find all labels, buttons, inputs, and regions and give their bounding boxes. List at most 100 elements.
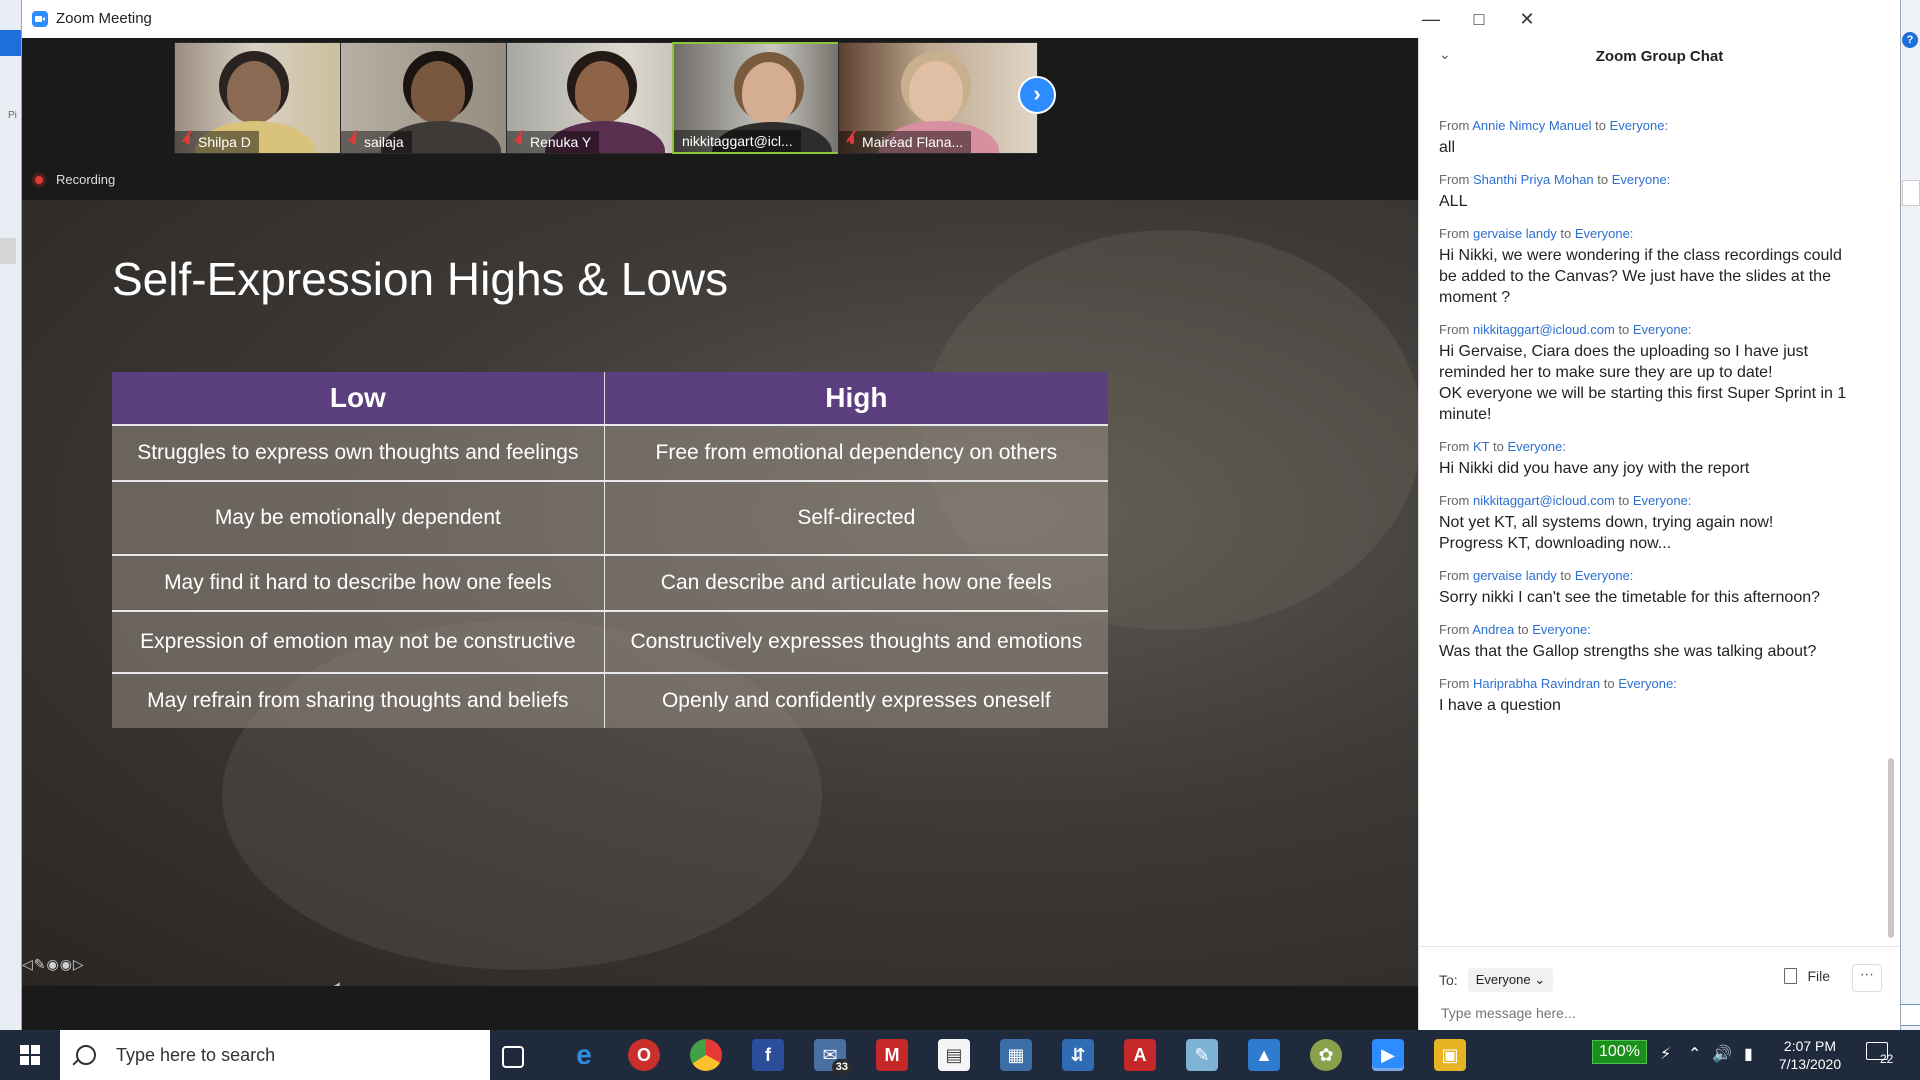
chat-message: From Hariprabha Ravindran to Everyone: I … <box>1439 676 1859 716</box>
from-prefix: From <box>1439 118 1470 133</box>
power-icon[interactable]: ⚡ <box>1660 1044 1671 1064</box>
notepad-icon[interactable]: ▤ <box>938 1039 970 1071</box>
chat-message-meta: From gervaise landy to Everyone: <box>1439 568 1859 583</box>
table-header-low: Low <box>112 372 605 425</box>
show-hidden-icons-icon[interactable]: ⌃ <box>1688 1044 1701 1064</box>
recipient-name[interactable]: Everyone: <box>1633 322 1692 337</box>
store-icon[interactable]: ▦ <box>1000 1039 1032 1071</box>
zoom-app-icon <box>32 11 48 27</box>
start-button[interactable] <box>0 1030 60 1080</box>
chat-message: From gervaise landy to Everyone: Sorry ni… <box>1439 568 1859 608</box>
more-options-icon[interactable]: ⋯ <box>1852 964 1882 992</box>
acrobat-icon[interactable]: A <box>1124 1039 1156 1071</box>
participant-name-bar: Shilpa D <box>175 131 259 153</box>
zoom-taskbar-icon[interactable]: ▶ <box>1372 1039 1404 1071</box>
recipient-name[interactable]: Everyone: <box>1618 676 1677 691</box>
chat-scrollbar[interactable] <box>1888 758 1894 938</box>
mail-icon[interactable]: ✉ 33 <box>814 1039 852 1075</box>
taskbar-search-box[interactable]: Type here to search <box>60 1030 490 1080</box>
to-word: to <box>1595 118 1606 133</box>
sender-name[interactable]: Shanthi Priya Mohan <box>1473 172 1594 187</box>
title-bar: Zoom Meeting — □ ✕ <box>22 0 1900 38</box>
table-cell: Can describe and articulate how one feel… <box>604 554 1108 611</box>
file-button[interactable]: File <box>1784 968 1830 984</box>
shared-slide: Self-Expression Highs & Lows Low High St… <box>22 200 1418 986</box>
mcafee-icon[interactable]: M <box>876 1039 908 1071</box>
system-clock[interactable]: 2:07 PM 7/13/2020 <box>1774 1037 1846 1073</box>
sender-name[interactable]: Annie Nimcy Manuel <box>1472 118 1591 133</box>
recipient-name[interactable]: Everyone: <box>1633 493 1692 508</box>
participant-name: nikkitaggart@icl... <box>682 133 793 149</box>
mic-muted-icon <box>847 135 857 149</box>
table-row: May refrain from sharing thoughts and be… <box>112 672 1108 728</box>
chat-message-input[interactable] <box>1439 1004 1863 1022</box>
desktop-right-edge: ? <box>1899 0 1920 1030</box>
desktop-window-fragment-2 <box>1900 1004 1920 1026</box>
desktop-window-fragment <box>1902 180 1920 206</box>
close-button[interactable]: ✕ <box>1498 0 1556 38</box>
recipient-name[interactable]: Everyone: <box>1612 172 1671 187</box>
battery-percentage[interactable]: 100% <box>1592 1040 1647 1064</box>
table-cell: May refrain from sharing thoughts and be… <box>112 672 605 728</box>
desktop-left-edge: Pi <box>0 0 23 1030</box>
to-word: to <box>1618 322 1630 337</box>
chat-message-text: all <box>1439 139 1456 156</box>
recipient-name[interactable]: Everyone: <box>1507 439 1566 454</box>
photos-icon[interactable]: ▲ <box>1248 1039 1280 1071</box>
participant-name: Renuka Y <box>530 134 592 150</box>
chat-message-text: Progress KT, downloading now... <box>1439 535 1672 552</box>
recipient-name[interactable]: Everyone: <box>1610 118 1669 133</box>
sender-name[interactable]: nikkitaggart@icloud.com <box>1473 322 1615 337</box>
chat-message: From Shanthi Priya Mohan to Everyone: ALL <box>1439 172 1859 212</box>
sender-name[interactable]: gervaise landy <box>1473 226 1557 241</box>
sender-name[interactable]: nikkitaggart@icloud.com <box>1473 493 1615 508</box>
sender-name[interactable]: Hariprabha Ravindran <box>1473 676 1600 691</box>
chat-message-meta: From Andrea to Everyone: <box>1439 622 1859 637</box>
recording-indicator[interactable]: Recording <box>32 172 115 187</box>
highs-lows-table: Low High Struggles to express own though… <box>112 372 1108 728</box>
from-prefix: From <box>1439 622 1470 637</box>
to-word: to <box>1560 568 1572 583</box>
recipient-select[interactable]: Everyone ⌄ <box>1467 968 1554 992</box>
sender-name[interactable]: Andrea <box>1472 622 1514 637</box>
file-label: File <box>1807 968 1830 984</box>
participant-tile[interactable]: Mairéad Flana... <box>838 42 1038 154</box>
recipient-name[interactable]: Everyone: <box>1575 226 1634 241</box>
edge-browser-icon[interactable]: e <box>568 1039 600 1071</box>
help-icon[interactable]: ? <box>1902 32 1918 48</box>
chat-message-meta: From KT to Everyone: <box>1439 439 1859 454</box>
sender-name[interactable]: KT <box>1473 439 1489 454</box>
from-prefix: From <box>1439 439 1470 454</box>
mic-muted-icon <box>515 135 525 149</box>
recipient-name[interactable]: Everyone: <box>1532 622 1591 637</box>
app-f-icon[interactable]: f <box>752 1039 784 1071</box>
desktop-window-edge-gray <box>0 238 16 264</box>
chat-message-meta: From nikkitaggart@icloud.com to Everyone… <box>1439 493 1859 508</box>
file-explorer-icon[interactable]: ▣ <box>1434 1039 1466 1071</box>
recipient-name[interactable]: Everyone: <box>1575 568 1634 583</box>
volume-icon[interactable]: 🔊 <box>1712 1044 1732 1064</box>
to-label: To: <box>1439 972 1458 988</box>
notifications-icon[interactable]: 22 <box>1866 1042 1894 1066</box>
participant-name: Mairéad Flana... <box>862 134 964 150</box>
from-prefix: From <box>1439 676 1470 691</box>
app-green-icon[interactable]: ✿ <box>1310 1039 1342 1071</box>
next-participants-arrow-icon[interactable]: › <box>1018 76 1056 114</box>
slide-annotation-tools-icon[interactable]: ◁✎◉◉▷ <box>22 956 85 973</box>
recording-dot-icon <box>32 172 46 187</box>
chat-message-meta: From Annie Nimcy Manuel to Everyone: <box>1439 118 1859 133</box>
table-cell: Struggles to express own thoughts and fe… <box>112 424 605 481</box>
chat-message-list: From Annie Nimcy Manuel to Everyone: all F… <box>1439 118 1859 730</box>
chat-message-text: Hi Nikki, we were wondering if the class… <box>1439 247 1842 306</box>
notes-app-icon[interactable]: ✎ <box>1186 1039 1218 1071</box>
chrome-browser-icon[interactable] <box>690 1039 722 1071</box>
to-word: to <box>1560 226 1572 241</box>
battery-icon[interactable]: ▮ <box>1744 1044 1753 1064</box>
windows-logo-icon <box>20 1045 40 1065</box>
task-view-icon[interactable] <box>502 1046 524 1068</box>
notification-count: 22 <box>1880 1052 1894 1066</box>
network-app-icon[interactable]: ⇵ <box>1062 1039 1094 1071</box>
sender-name[interactable]: gervaise landy <box>1473 568 1557 583</box>
chat-message-meta: From Shanthi Priya Mohan to Everyone: <box>1439 172 1859 187</box>
opera-browser-icon[interactable]: O <box>628 1039 660 1071</box>
